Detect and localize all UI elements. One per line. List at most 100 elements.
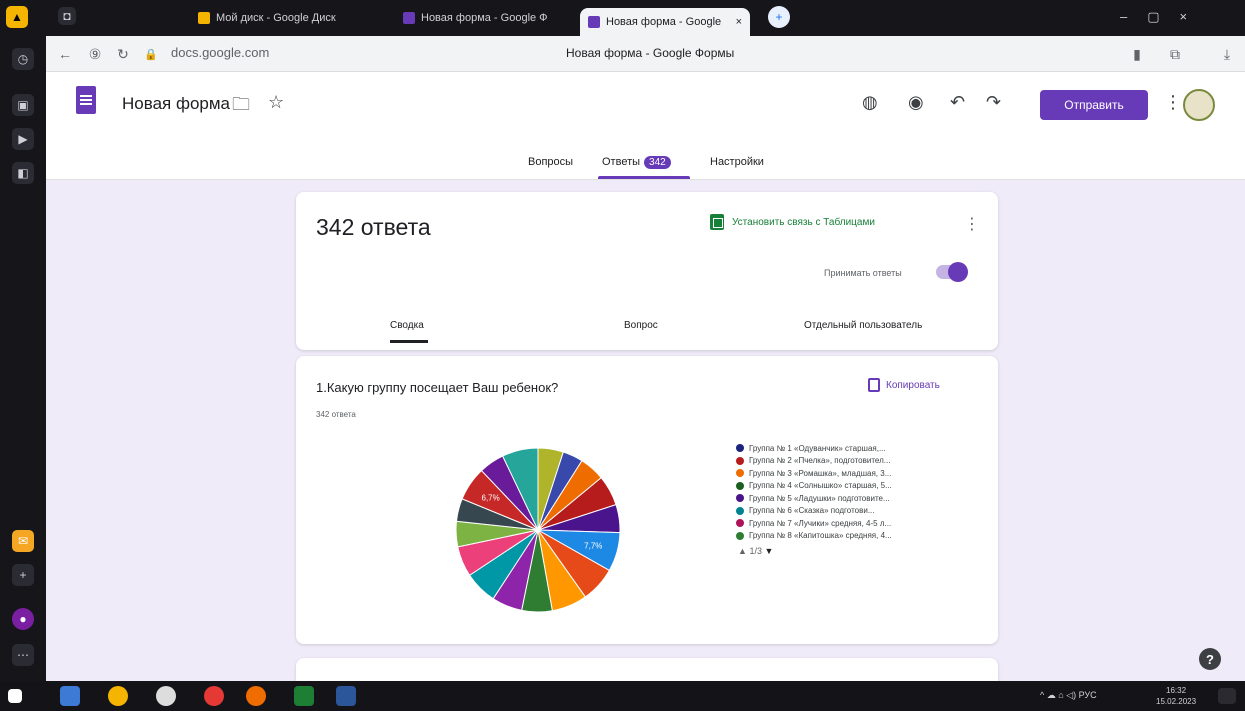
new-tab-icon[interactable]: + (768, 6, 790, 28)
tab-questions[interactable]: Вопросы (528, 156, 573, 168)
copy-icon (868, 378, 880, 392)
yandex-icon[interactable] (204, 686, 224, 706)
legend-item: Группа № 1 «Одуванчик» старшая,... (736, 442, 892, 455)
responses-main: 342 ответа Установить связь с Таблицами … (46, 180, 1245, 698)
tab-new-form-1[interactable]: Новая форма - Google Ф (395, 6, 570, 30)
help-icon[interactable]: ? (1199, 648, 1221, 670)
mail-icon[interactable]: ✉ (12, 530, 34, 552)
legend-swatch (736, 444, 744, 453)
folder-icon[interactable]: 🗀 (232, 92, 250, 122)
page-title: Новая форма - Google Формы (566, 46, 735, 60)
forms-icon (588, 16, 600, 28)
pager-up-icon[interactable]: ▲ (738, 546, 747, 556)
windows-start-icon[interactable] (8, 689, 22, 703)
excel-icon[interactable] (294, 686, 314, 706)
palette-icon[interactable]: ◍ (862, 92, 878, 113)
more-options-icon[interactable]: ⋮ (1164, 92, 1182, 113)
legend-label: Группа № 6 «Сказка» подготови... (749, 506, 875, 516)
notifications-icon[interactable] (1218, 688, 1236, 704)
google-forms-logo[interactable] (76, 86, 96, 114)
extensions-icon[interactable]: ⧉ (1164, 43, 1186, 65)
reload-icon[interactable]: ↻ (112, 43, 134, 65)
responses-more-icon[interactable]: ⋮ (964, 214, 980, 234)
avatar[interactable] (1183, 89, 1215, 121)
legend-label: Группа № 2 «Пчелка», подготовител... (749, 456, 891, 466)
file-explorer-icon[interactable] (60, 686, 80, 706)
legend-swatch (736, 456, 744, 465)
responses-count-badge: 342 (644, 156, 671, 169)
legend-pager[interactable]: ▲ 1/3 ▼ (738, 546, 773, 556)
subtab-summary[interactable]: Сводка (390, 320, 424, 331)
chart-legend: Группа № 1 «Одуванчик» старшая,... Группа… (736, 442, 892, 542)
collections-icon[interactable]: ▣ (12, 94, 34, 116)
responses-summary-card: 342 ответа Установить связь с Таблицами … (296, 192, 998, 350)
legend-swatch (736, 481, 744, 490)
pie-chart[interactable]: 7,7% 6,7% (408, 440, 668, 620)
history-icon[interactable]: ◷ (12, 48, 34, 70)
responses-count: 342 ответа (316, 214, 431, 240)
powerpoint-icon[interactable] (246, 686, 266, 706)
legend-label: Группа № 7 «Лучики» средняя, 4-5 л... (749, 518, 892, 528)
legend-item: Группа № 8 «Капитошка» средняя, 4... (736, 530, 892, 543)
system-tray[interactable]: ^ ☁ ⌂ ◁) РУС (1040, 690, 1097, 701)
tab-new-form-active[interactable]: Новая форма - Google × (580, 8, 750, 36)
bookmark-icon[interactable]: ▮ (1126, 43, 1148, 65)
back-icon[interactable]: ← (54, 43, 76, 65)
tab-responses[interactable]: Ответы 342 (602, 156, 671, 169)
browser-tab-bar: ▲ ◘ Мой диск - Google Диск Новая форма -… (0, 0, 1245, 36)
accept-responses-toggle[interactable] (936, 262, 968, 282)
chrome-icon[interactable] (108, 686, 128, 706)
yandex-browser-icon[interactable] (156, 686, 176, 706)
language-indicator[interactable]: РУС (1079, 690, 1097, 700)
preview-eye-icon[interactable]: ◉ (908, 92, 924, 113)
tab-settings[interactable]: Настройки (710, 156, 764, 168)
drive-icon (198, 12, 210, 24)
legend-swatch (736, 519, 744, 528)
player-icon[interactable]: ▶ (12, 128, 34, 150)
star-icon[interactable]: ☆ (268, 92, 284, 113)
pie-slice-label: 7,7% (584, 541, 602, 550)
alice-icon[interactable]: ● (12, 608, 34, 630)
legend-label: Группа № 1 «Одуванчик» старшая,... (749, 443, 886, 453)
undo-icon[interactable]: ↶ (950, 92, 965, 113)
legend-item: Группа № 4 «Солнышко» старшая, 5... (736, 480, 892, 493)
close-tab-icon[interactable]: × (736, 16, 742, 28)
active-tab-indicator (598, 176, 690, 179)
pie-slice-label: 6,7% (482, 494, 500, 503)
tray-icons: ^ ☁ ⌂ ◁) (1040, 690, 1077, 700)
question-title: 1.Какую группу посещает Ваш ребенок? (316, 380, 559, 395)
legend-swatch (736, 531, 744, 540)
window-menu-icon[interactable]: ◘ (58, 7, 76, 25)
tab-my-drive[interactable]: Мой диск - Google Диск (190, 6, 375, 30)
copy-chart-button[interactable]: Копировать (868, 378, 940, 392)
legend-label: Группа № 5 «Ладушки» подготовите... (749, 493, 890, 503)
legend-swatch (736, 506, 744, 515)
pager-down-icon[interactable]: ▼ (764, 546, 773, 556)
subtab-individual[interactable]: Отдельный пользователь (804, 320, 922, 331)
question-response-count: 342 ответа (316, 410, 356, 419)
legend-item: Группа № 7 «Лучики» средняя, 4-5 л... (736, 517, 892, 530)
url-field[interactable]: docs.google.com (171, 45, 269, 60)
link-sheets-button[interactable]: Установить связь с Таблицами (710, 214, 875, 230)
redo-icon[interactable]: ↷ (986, 92, 1001, 113)
legend-label: Группа № 8 «Капитошка» средняя, 4... (749, 531, 892, 541)
panel-icon[interactable]: ◧ (12, 162, 34, 184)
add-icon[interactable]: + (12, 564, 34, 586)
browser-sidebar: ◷ ▣ ▶ ◧ ✉ + ● ⋯ (0, 36, 46, 681)
form-title[interactable]: Новая форма (122, 94, 230, 114)
lock-icon: 🔒 (144, 48, 158, 61)
legend-swatch (736, 469, 744, 478)
legend-label: Группа № 3 «Ромашка», младшая, 3... (749, 468, 892, 478)
yandex-icon[interactable]: ⑨ (84, 43, 106, 65)
subtab-question[interactable]: Вопрос (624, 320, 658, 331)
legend-label: Группа № 4 «Солнышко» старшая, 5... (749, 481, 892, 491)
download-icon[interactable]: ⤓ (1216, 43, 1238, 65)
window-controls[interactable]: –▢× (1120, 9, 1207, 25)
taskbar-clock[interactable]: 16:32 15.02.2023 (1156, 685, 1196, 707)
more-icon[interactable]: ⋯ (12, 644, 34, 666)
browser-logo-icon[interactable]: ▲ (6, 6, 28, 28)
windows-taskbar: ^ ☁ ⌂ ◁) РУС 16:32 15.02.2023 (0, 681, 1245, 711)
send-button[interactable]: Отправить (1040, 90, 1148, 120)
word-icon[interactable] (336, 686, 356, 706)
legend-item: Группа № 2 «Пчелка», подготовител... (736, 455, 892, 468)
